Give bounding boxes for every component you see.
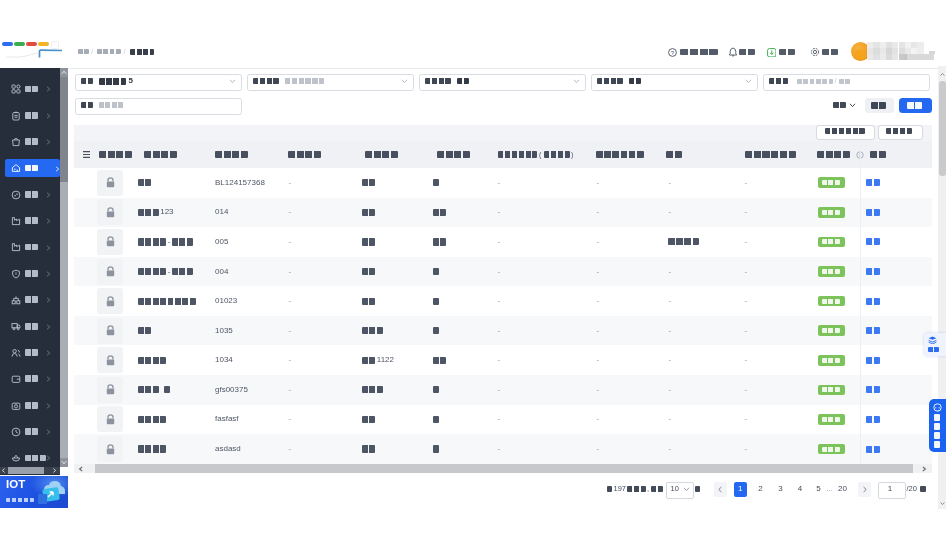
svg-text:?: ?: [671, 49, 675, 55]
